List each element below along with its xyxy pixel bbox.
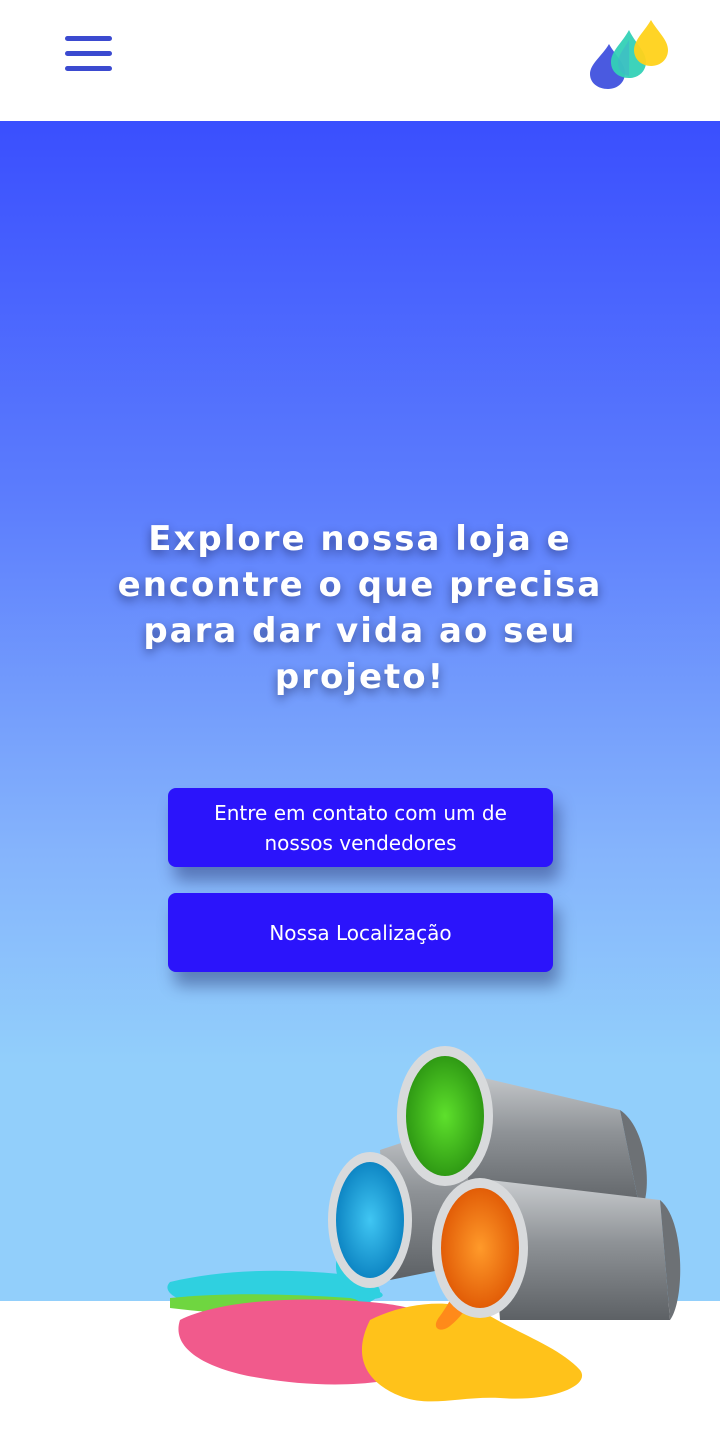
hamburger-menu-icon[interactable] [62, 32, 116, 78]
paint-drops-logo-icon[interactable] [584, 18, 674, 92]
spilled-paint-cans-icon [167, 1046, 681, 1402]
top-header [0, 0, 720, 121]
our-location-button[interactable]: Nossa Localização [168, 893, 553, 972]
contact-seller-button[interactable]: Entre em contato com um de nossos vended… [168, 788, 553, 867]
hero-headline: Explore nossa loja e encontre o que prec… [117, 519, 603, 697]
